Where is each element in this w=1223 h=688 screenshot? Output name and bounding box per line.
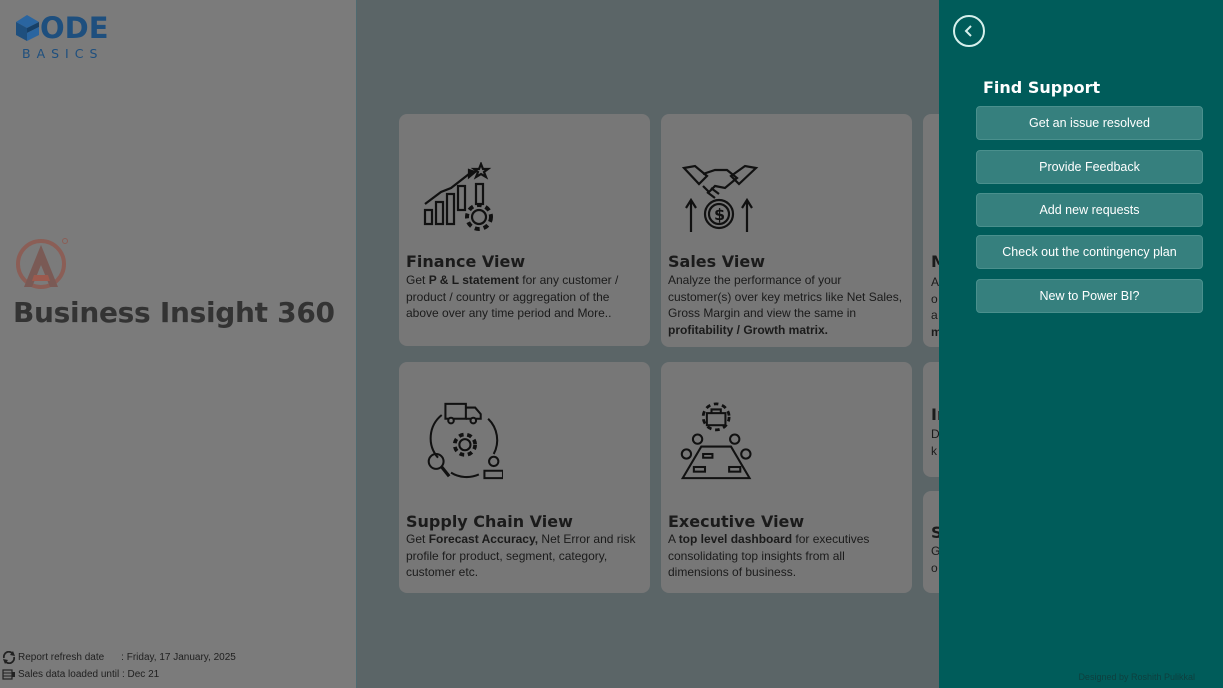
tile-title: Executive View: [668, 512, 805, 531]
tile-title: Supply Chain View: [406, 512, 573, 531]
back-button[interactable]: [953, 15, 985, 47]
tile-executive-view[interactable]: Executive View A top level dashboard for…: [661, 362, 912, 593]
atliq-logo-icon: [16, 238, 68, 289]
refresh-date-row: Report refresh date : Friday, 17 January…: [2, 651, 236, 664]
tile-supply-chain-view[interactable]: Supply Chain View Get Forecast Accuracy,…: [399, 362, 650, 593]
growth-chart-gear-icon: [423, 162, 493, 231]
logo-text: ODE: [40, 11, 109, 45]
refresh-icon: [2, 651, 16, 664]
new-to-powerbi-button[interactable]: New to Power BI?: [976, 279, 1203, 313]
tile-description: Analyze the performance of your customer…: [668, 273, 903, 337]
data-loaded-row: Sales data loaded until : Dec 21: [2, 668, 159, 681]
tile-title: Sales View: [668, 252, 765, 271]
tile-description: A top level dashboard for executives con…: [668, 532, 870, 579]
codebasics-logo: ODE BASICS: [14, 12, 124, 62]
tile-title: Finance View: [406, 252, 526, 271]
support-title: Find Support: [983, 78, 1101, 97]
logo-subtext: BASICS: [22, 46, 104, 61]
find-support-panel: Find Support Get an issue resolved Provi…: [939, 0, 1223, 688]
refresh-value: : Friday, 17 January, 2025: [121, 652, 236, 663]
database-icon: [2, 669, 15, 680]
issue-resolved-button[interactable]: Get an issue resolved: [976, 106, 1203, 140]
tile-description: Get Forecast Accuracy, Net Error and ris…: [406, 532, 636, 579]
app-root: ODE BASICS Business Insight 360 Report r…: [0, 0, 1223, 688]
tile-description: Get P & L statement for any customer / p…: [406, 273, 619, 320]
handshake-dollar-icon: $: [681, 164, 759, 232]
left-panel: ODE BASICS Business Insight 360 Report r…: [0, 0, 357, 688]
data-loaded-text: Sales data loaded until : Dec 21: [18, 669, 160, 680]
tile-finance-view[interactable]: Finance View Get P & L statement for any…: [399, 114, 650, 346]
contingency-plan-button[interactable]: Check out the contingency plan: [976, 235, 1203, 269]
svg-text:$: $: [714, 205, 725, 224]
cube-logo-icon: [16, 15, 39, 41]
designer-credit: Designed by Roshith Pulikkal: [1078, 672, 1195, 682]
app-title: Business Insight 360: [13, 296, 335, 329]
executive-meeting-icon: [680, 402, 752, 480]
tile-sales-view[interactable]: $ Sales View Analyze the performance of …: [661, 114, 912, 347]
chevron-left-icon: [964, 25, 972, 37]
provide-feedback-button[interactable]: Provide Feedback: [976, 150, 1203, 184]
refresh-label: Report refresh date: [18, 652, 105, 663]
add-requests-button[interactable]: Add new requests: [976, 193, 1203, 227]
supply-cycle-icon: [427, 402, 503, 480]
